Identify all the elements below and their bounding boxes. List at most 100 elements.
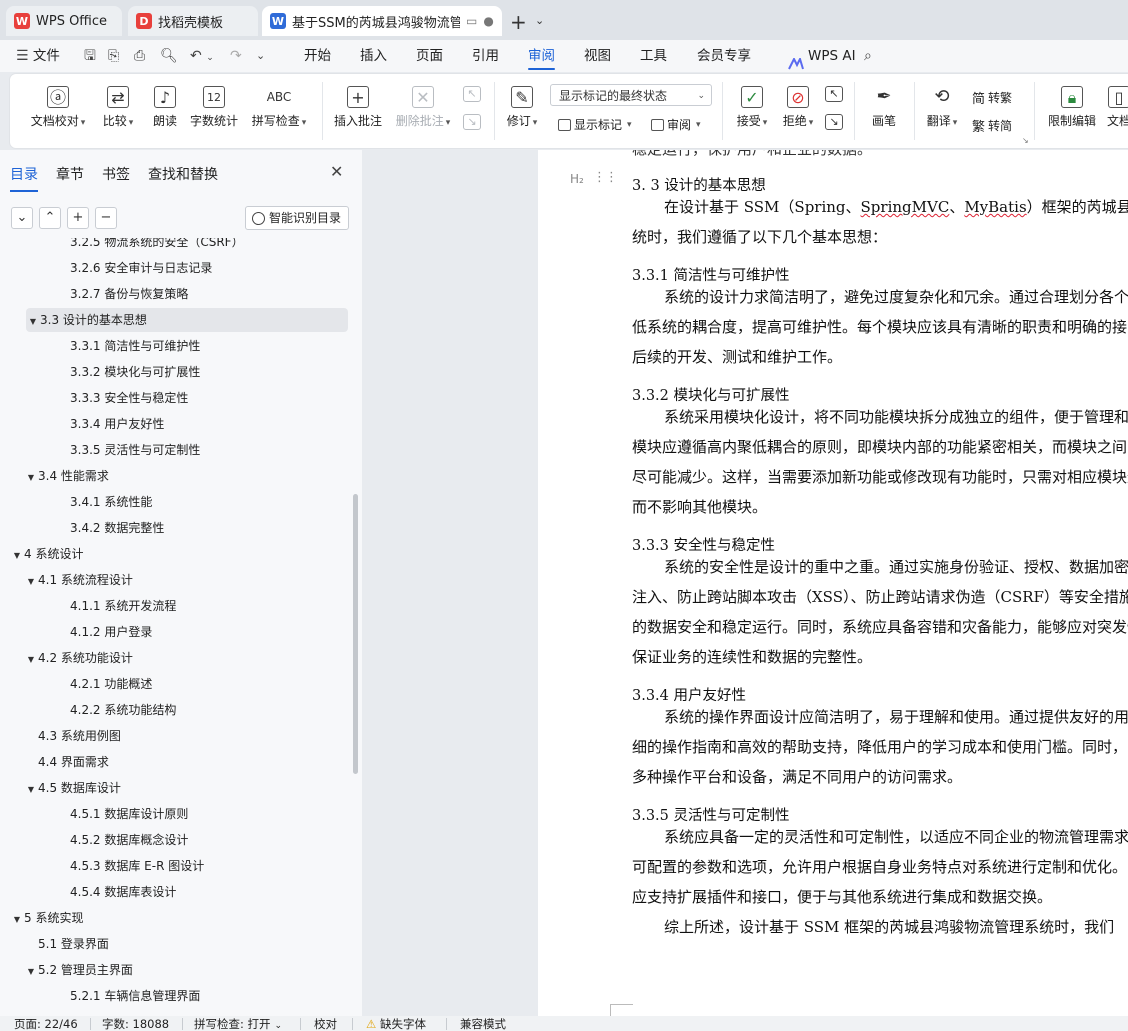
toc-item[interactable]: 3.3.5 灵活性与可定制性 (70, 438, 200, 462)
compare-button[interactable]: ⇄ 比较 ▾ (96, 86, 140, 129)
next-change-button[interactable]: ↘ (822, 114, 846, 134)
undo-icon[interactable]: ↶ ⌄ (190, 40, 214, 72)
quick-access-chevron-icon[interactable]: ⌄ (256, 40, 265, 72)
menu-member[interactable]: 会员专享 (697, 40, 751, 72)
translate-button[interactable]: ⟲ 翻译 ▾ (922, 86, 962, 129)
missing-font-status[interactable]: ⚠ 缺失字体 (366, 1017, 426, 1031)
toc-item[interactable]: 3.3.4 用户友好性 (70, 412, 164, 436)
print-icon[interactable]: ⎙ (134, 40, 145, 72)
page-indicator[interactable]: 页面: 22/46 (14, 1017, 78, 1031)
redo-icon[interactable]: ↷ (230, 40, 242, 72)
tab-wps-office[interactable]: W WPS Office (6, 6, 122, 36)
screen-icon[interactable]: ▭ (466, 14, 477, 28)
unsaved-dot-icon[interactable]: ● (483, 14, 493, 28)
nav-scrollbar[interactable] (353, 494, 358, 774)
toc-item[interactable]: ▼ 4.1 系统流程设计 (24, 568, 133, 592)
save-icon[interactable]: 🖫 (84, 40, 96, 72)
doc-permission-button[interactable]: ▯ 文档 (1104, 86, 1128, 129)
smart-toc-button[interactable]: 智能识别目录 (245, 206, 349, 230)
menu-insert[interactable]: 插入 (360, 40, 387, 72)
toc-item[interactable]: 4.5.4 数据库表设计 (70, 880, 176, 904)
spell-check-button[interactable]: ABC 拼写检查 ▾ (248, 86, 310, 129)
menu-references[interactable]: 引用 (472, 40, 499, 72)
toc-item[interactable]: 4.5.1 数据库设计原则 (70, 802, 188, 826)
expand-triangle-icon[interactable]: ▼ (10, 544, 24, 568)
review-pane-button[interactable]: 审阅 ▾ (651, 116, 701, 133)
tab-list-chevron-icon[interactable]: ⌄ (535, 14, 544, 27)
toc-item[interactable]: 3.4.2 数据完整性 (70, 516, 164, 540)
toc-item[interactable]: 3.2.7 备份与恢复策略 (70, 282, 188, 306)
markup-mode-select[interactable]: 显示标记的最终状态 ⌄ (550, 84, 712, 106)
tab-docer-templates[interactable]: D 找稻壳模板 (128, 6, 258, 36)
toc-item[interactable]: ▼ 4.5 数据库设计 (24, 776, 121, 800)
remove-heading-button[interactable]: − (95, 207, 117, 229)
doc-proof-button[interactable]: ⓐ 文档校对 ▾ (26, 86, 90, 129)
document-page[interactable]: 稳定运行，保护用户和企业的数据。 H₂ ⋮⋮ 3. 3 设计的基本思想在设计基于… (538, 150, 1128, 1016)
toc-item[interactable]: 3.2.5 物流系统的安全（CSRF） (70, 238, 244, 254)
menu-tools[interactable]: 工具 (640, 40, 667, 72)
track-changes-button[interactable]: ✎ 修订 ▾ (502, 86, 542, 129)
nav-tab-bookmarks[interactable]: 书签 (102, 164, 130, 184)
accept-button[interactable]: ✓ 接受 ▾ (732, 86, 772, 129)
menu-home[interactable]: 开始 (304, 40, 331, 72)
expand-triangle-icon[interactable]: ▼ (24, 570, 38, 594)
expand-triangle-icon[interactable]: ▼ (24, 648, 38, 672)
toc-item[interactable]: 5.2.1 车辆信息管理界面 (70, 984, 200, 1008)
prev-comment-button[interactable]: ↖ (460, 86, 484, 106)
toc-item[interactable]: 3.2.6 安全审计与日志记录 (70, 256, 212, 280)
toc-item[interactable]: ▼ 4 系统设计 (10, 542, 84, 568)
toc-item[interactable]: 4.4 界面需求 (38, 750, 109, 774)
expand-triangle-icon[interactable]: ▼ (26, 310, 40, 334)
menu-review[interactable]: 审阅 (528, 40, 555, 72)
word-count-button[interactable]: 12 字数统计 (188, 86, 240, 129)
toc-item[interactable]: 4.1.1 系统开发流程 (70, 594, 176, 618)
collapse-down-button[interactable]: ⌄ (11, 207, 33, 229)
toc-item[interactable]: 4.5.2 数据库概念设计 (70, 828, 188, 852)
toc-item[interactable]: ▼ 4.2 系统功能设计 (24, 646, 133, 670)
toc-item[interactable]: 4.2.2 系统功能结构 (70, 698, 176, 722)
toc-item[interactable]: 3.3.2 模块化与可扩展性 (70, 360, 200, 384)
proof-status[interactable]: 校对 (314, 1017, 337, 1031)
ink-button[interactable]: ✒ 画笔 (866, 86, 902, 129)
spell-check-status[interactable]: 拼写检查: 打开 ⌄ (194, 1017, 282, 1031)
drag-handle-icon[interactable]: ⋮⋮ (593, 170, 618, 185)
expand-triangle-icon[interactable]: ▼ (24, 960, 38, 984)
toc-item-selected[interactable]: ▼ 3.3 设计的基本思想 (26, 308, 348, 332)
export-icon[interactable]: ⎘ (108, 40, 119, 72)
nav-tab-sections[interactable]: 章节 (56, 164, 84, 184)
print-preview-icon[interactable]: 🔍︎ (160, 40, 178, 72)
toc-item[interactable]: 4.3 系统用例图 (38, 724, 121, 748)
menu-page[interactable]: 页面 (416, 40, 443, 72)
expand-up-button[interactable]: ⌃ (39, 207, 61, 229)
close-icon[interactable]: ✕ (330, 162, 343, 181)
to-traditional-button[interactable]: 简 转繁 (972, 88, 1012, 107)
show-markup-button[interactable]: 显示标记 ▾ (558, 116, 632, 133)
expand-triangle-icon[interactable]: ▼ (10, 908, 24, 932)
spell-error-word[interactable]: MyBatis (964, 198, 1026, 216)
nav-tab-toc[interactable]: 目录 (10, 164, 38, 192)
to-simplified-button[interactable]: 繁 转简 (972, 116, 1012, 135)
spell-error-word[interactable]: SpringMVC (861, 198, 950, 216)
toc-item[interactable]: 3.4.1 系统性能 (70, 490, 152, 514)
nav-tab-find-replace[interactable]: 查找和替换 (148, 164, 218, 184)
restrict-edit-button[interactable]: 🔒︎ 限制编辑 (1044, 86, 1100, 129)
wps-ai-button[interactable]: WPS AI (788, 40, 856, 72)
toc-item[interactable]: 3.3.1 简洁性与可维护性 (70, 334, 200, 358)
tab-document[interactable]: W 基于SSM的芮城县鸿骏物流管 ▭ ● (262, 6, 502, 36)
toc-item[interactable]: ▼ 3.4 性能需求 (24, 464, 109, 488)
menu-view[interactable]: 视图 (584, 40, 611, 72)
toc-item[interactable]: 4.5.3 数据库 E-R 图设计 (70, 854, 204, 878)
toc-item[interactable]: ▼ 5 系统实现 (10, 906, 84, 932)
prev-change-button[interactable]: ↖ (822, 86, 846, 106)
expand-triangle-icon[interactable]: ▼ (24, 778, 38, 802)
search-icon[interactable]: ⌕ (864, 40, 872, 72)
toc-item[interactable]: 5.1 登录界面 (38, 932, 109, 956)
file-menu[interactable]: ☰ 文件 (16, 40, 60, 72)
new-tab-plus-icon[interactable]: + (510, 10, 527, 34)
dialog-launcher-icon[interactable]: ↘ (1022, 136, 1029, 145)
toc-item[interactable]: ▼ 5.2 管理员主界面 (24, 958, 133, 982)
add-heading-button[interactable]: + (67, 207, 89, 229)
insert-comment-button[interactable]: + 插入批注 (332, 86, 384, 129)
read-aloud-button[interactable]: ♪ 朗读 (148, 86, 182, 129)
word-count-status[interactable]: 字数: 18088 (102, 1017, 169, 1031)
